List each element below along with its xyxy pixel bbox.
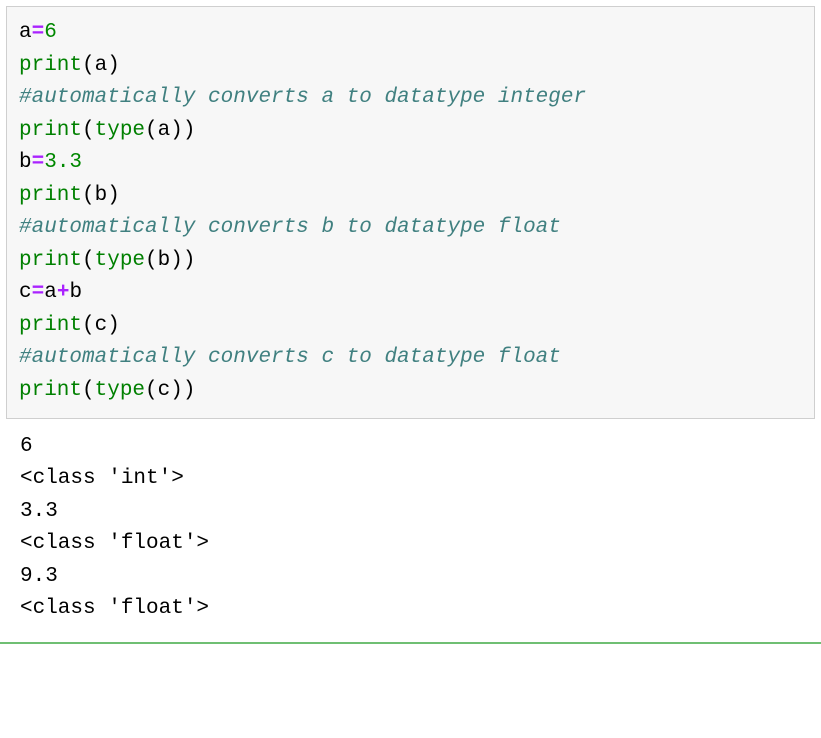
output-cell: 6 <class 'int'> 3.3 <class 'float'> 9.3 …: [6, 419, 815, 638]
code-line: print(type(c)): [19, 375, 802, 408]
comment-text: #automatically converts c to datatype fl…: [19, 346, 561, 369]
paren: ): [107, 54, 120, 77]
variable: b: [95, 184, 108, 207]
builtin-function: print: [19, 54, 82, 77]
paren: (: [145, 119, 158, 142]
code-comment: #automatically converts c to datatype fl…: [19, 342, 802, 375]
comment-text: #automatically converts a to datatype in…: [19, 86, 586, 109]
variable: a: [19, 21, 32, 44]
paren: (: [82, 119, 95, 142]
builtin-function: type: [95, 379, 145, 402]
paren: (: [82, 379, 95, 402]
builtin-function: type: [95, 119, 145, 142]
operator: +: [57, 281, 70, 304]
builtin-function: print: [19, 184, 82, 207]
code-line: print(type(b)): [19, 245, 802, 278]
code-line: b=3.3: [19, 147, 802, 180]
paren: )): [170, 249, 195, 272]
variable: a: [158, 119, 171, 142]
code-line: print(c): [19, 310, 802, 343]
variable: c: [95, 314, 108, 337]
paren: (: [82, 54, 95, 77]
code-line: print(b): [19, 180, 802, 213]
number-literal: 6: [44, 21, 57, 44]
code-line: a=6: [19, 17, 802, 50]
code-comment: #automatically converts b to datatype fl…: [19, 212, 802, 245]
operator: =: [32, 151, 45, 174]
code-comment: #automatically converts a to datatype in…: [19, 82, 802, 115]
output-line: <class 'float'>: [20, 593, 801, 626]
builtin-function: print: [19, 119, 82, 142]
code-cell: a=6 print(a) #automatically converts a t…: [6, 6, 815, 419]
paren: )): [170, 119, 195, 142]
output-line: 3.3: [20, 496, 801, 529]
builtin-function: print: [19, 249, 82, 272]
output-line: 6: [20, 431, 801, 464]
paren: ): [107, 184, 120, 207]
paren: (: [82, 314, 95, 337]
paren: (: [82, 249, 95, 272]
variable: a: [44, 281, 57, 304]
code-line: print(a): [19, 50, 802, 83]
output-line: <class 'float'>: [20, 528, 801, 561]
variable: b: [69, 281, 82, 304]
variable: b: [19, 151, 32, 174]
divider: [0, 642, 821, 644]
builtin-function: print: [19, 314, 82, 337]
variable: a: [95, 54, 108, 77]
paren: ): [107, 314, 120, 337]
output-line: <class 'int'>: [20, 463, 801, 496]
paren: (: [145, 249, 158, 272]
builtin-function: print: [19, 379, 82, 402]
paren: )): [170, 379, 195, 402]
comment-text: #automatically converts b to datatype fl…: [19, 216, 561, 239]
variable: c: [158, 379, 171, 402]
paren: (: [82, 184, 95, 207]
operator: =: [32, 21, 45, 44]
variable: b: [158, 249, 171, 272]
paren: (: [145, 379, 158, 402]
builtin-function: type: [95, 249, 145, 272]
number-literal: 3.3: [44, 151, 82, 174]
operator: =: [32, 281, 45, 304]
variable: c: [19, 281, 32, 304]
output-line: 9.3: [20, 561, 801, 594]
code-line: print(type(a)): [19, 115, 802, 148]
code-line: c=a+b: [19, 277, 802, 310]
